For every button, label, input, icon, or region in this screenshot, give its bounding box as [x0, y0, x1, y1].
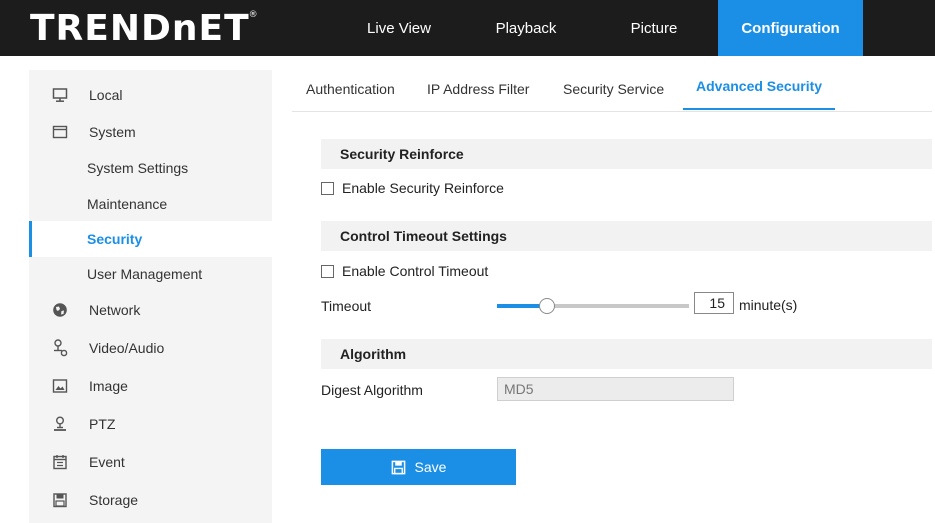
- digest-algorithm-label: Digest Algorithm: [321, 382, 423, 398]
- video-audio-icon: [51, 339, 69, 357]
- sidebar: Local System System Settings Maintenance…: [29, 70, 272, 523]
- sidebar-item-label: Local: [89, 87, 123, 103]
- sidebar-item-label: System Settings: [87, 160, 189, 176]
- sidebar-item-maintenance[interactable]: Maintenance: [29, 186, 272, 222]
- sidebar-item-label: Event: [89, 454, 125, 470]
- nav-picture[interactable]: Picture: [590, 0, 718, 56]
- image-icon: [51, 377, 69, 395]
- tab-ip-address-filter[interactable]: IP Address Filter: [427, 66, 529, 112]
- sidebar-item-label: User Management: [87, 266, 203, 282]
- tab-bar: Authentication IP Address Filter Securit…: [292, 66, 932, 112]
- top-bar: TRENDnET ® Live View Playback Picture Co…: [0, 0, 935, 56]
- enable-security-reinforce-checkbox[interactable]: [321, 181, 334, 195]
- enable-control-timeout-label: Enable Control Timeout: [342, 263, 489, 279]
- sidebar-item-video-audio[interactable]: Video/Audio: [29, 330, 272, 366]
- sidebar-item-system-settings[interactable]: System Settings: [29, 150, 272, 186]
- timeout-slider[interactable]: [497, 298, 689, 314]
- network-icon: [51, 301, 69, 319]
- section-header-algorithm: Algorithm: [321, 339, 932, 369]
- digest-algorithm-field: MD5: [497, 377, 734, 401]
- section-header-security-reinforce: Security Reinforce: [321, 139, 932, 169]
- save-button[interactable]: Save: [321, 449, 516, 485]
- ptz-icon: [51, 415, 69, 433]
- tab-security-service[interactable]: Security Service: [563, 66, 664, 112]
- enable-control-timeout-checkbox[interactable]: [321, 264, 334, 278]
- section-header-control-timeout: Control Timeout Settings: [321, 221, 932, 251]
- system-icon: [51, 123, 69, 141]
- nav-playback[interactable]: Playback: [462, 0, 590, 56]
- monitor-icon: [51, 86, 69, 104]
- sidebar-item-system[interactable]: System: [29, 114, 272, 150]
- storage-icon: [51, 491, 69, 509]
- event-icon: [51, 453, 69, 471]
- sidebar-item-label: Security: [87, 231, 143, 247]
- sidebar-item-label: Storage: [89, 492, 139, 508]
- sidebar-item-ptz[interactable]: PTZ: [29, 406, 272, 442]
- enable-security-reinforce-row: Enable Security Reinforce: [321, 178, 504, 198]
- sidebar-item-local[interactable]: Local: [29, 77, 272, 113]
- timeout-input[interactable]: 15: [694, 292, 734, 314]
- sidebar-item-label: Image: [89, 378, 128, 394]
- timeout-unit: minute(s): [739, 297, 798, 313]
- sidebar-item-network[interactable]: Network: [29, 292, 272, 328]
- enable-control-timeout-row: Enable Control Timeout: [321, 261, 488, 281]
- sidebar-item-label: Network: [89, 302, 141, 318]
- trendnet-logo: TRENDnET ®: [30, 6, 258, 50]
- tab-authentication[interactable]: Authentication: [306, 66, 395, 112]
- nav-live-view[interactable]: Live View: [336, 0, 462, 56]
- sidebar-item-user-management[interactable]: User Management: [29, 256, 272, 292]
- sidebar-item-security[interactable]: Security: [29, 221, 272, 257]
- registered-mark: ®: [248, 10, 259, 20]
- slider-knob[interactable]: [539, 298, 555, 314]
- save-icon: [391, 460, 406, 475]
- timeout-label: Timeout: [321, 298, 372, 314]
- sidebar-item-label: Maintenance: [87, 196, 168, 212]
- logo-text: TRENDnET: [30, 7, 250, 49]
- sidebar-item-label: PTZ: [89, 416, 116, 432]
- sidebar-item-label: System: [89, 124, 136, 140]
- main-nav: Live View Playback Picture Configuration: [336, 0, 863, 56]
- sidebar-item-image[interactable]: Image: [29, 368, 272, 404]
- sidebar-item-storage[interactable]: Storage: [29, 482, 272, 518]
- nav-configuration[interactable]: Configuration: [718, 0, 863, 56]
- save-label: Save: [414, 459, 447, 475]
- sidebar-item-label: Video/Audio: [89, 340, 165, 356]
- tab-advanced-security[interactable]: Advanced Security: [683, 64, 836, 110]
- sidebar-item-event[interactable]: Event: [29, 444, 272, 480]
- enable-security-reinforce-label: Enable Security Reinforce: [342, 180, 504, 196]
